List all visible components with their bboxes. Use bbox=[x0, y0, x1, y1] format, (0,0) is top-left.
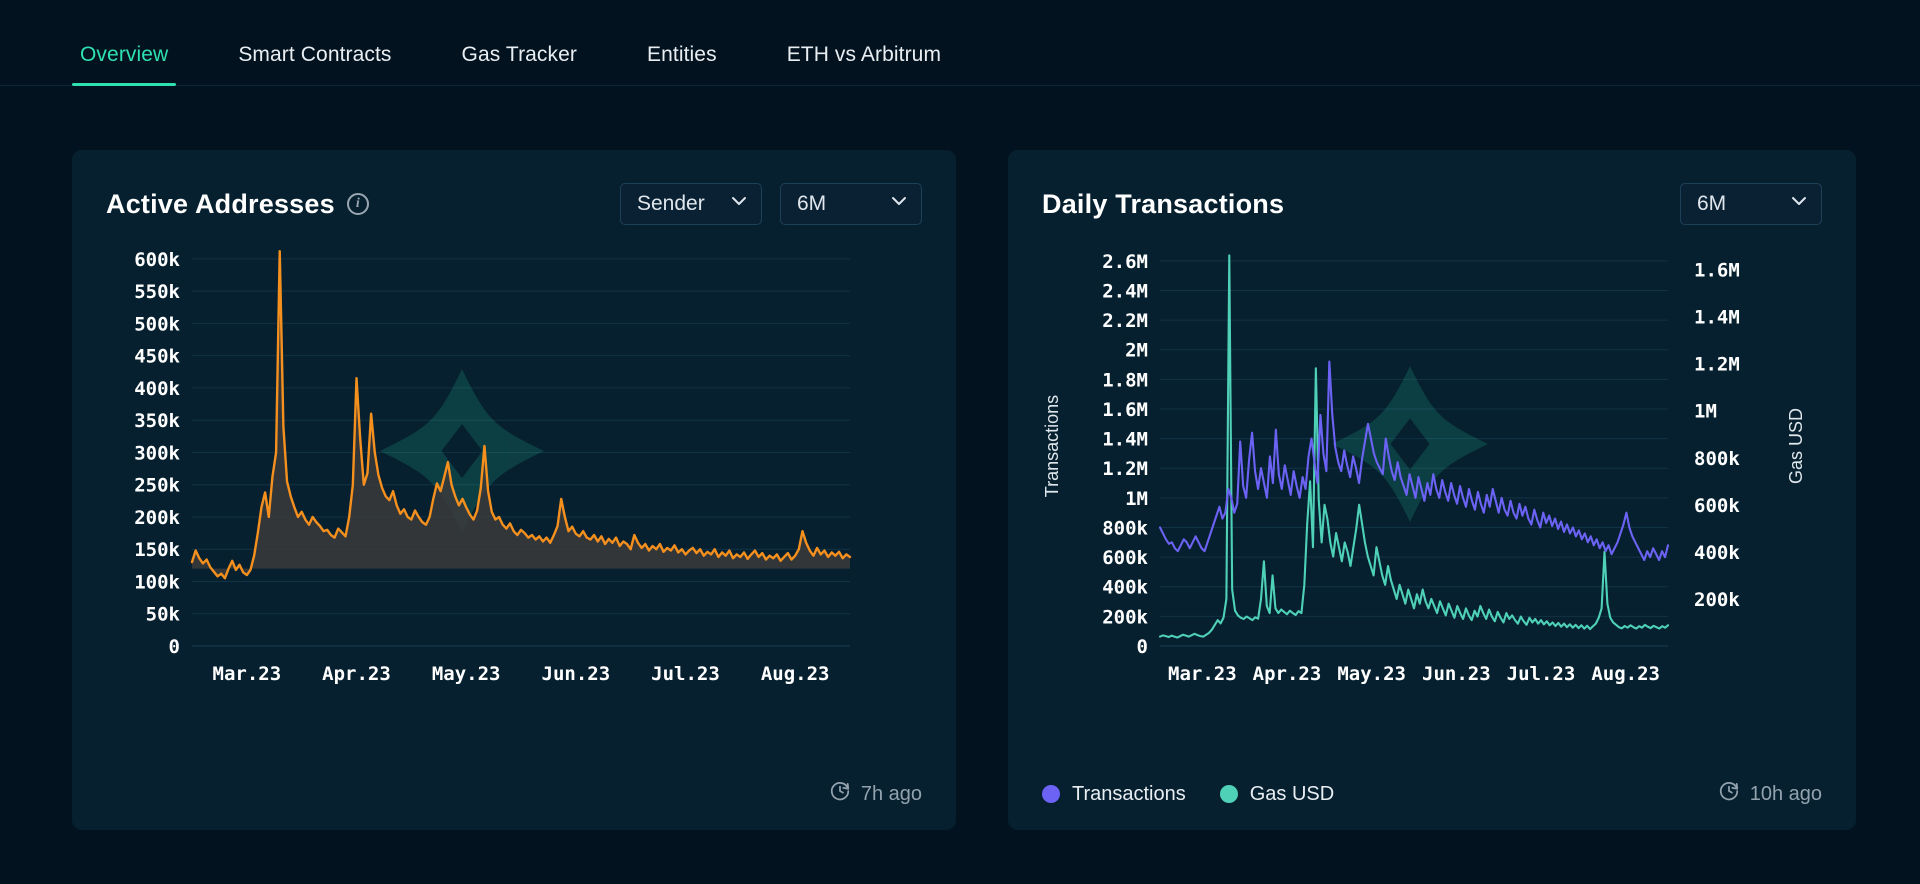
svg-text:1.8M: 1.8M bbox=[1102, 369, 1148, 391]
legend-item-gas-usd[interactable]: Gas USD bbox=[1219, 782, 1335, 806]
page-title: Daily Transactions bbox=[1042, 188, 1285, 219]
svg-text:600k: 600k bbox=[1694, 495, 1740, 517]
timeframe-select-value: 6M bbox=[797, 192, 827, 215]
svg-text:Jul.23: Jul.23 bbox=[651, 663, 720, 685]
svg-text:550k: 550k bbox=[134, 281, 180, 303]
svg-text:1.4M: 1.4M bbox=[1102, 429, 1148, 451]
legend-label: Gas USD bbox=[1249, 782, 1335, 805]
tab-overview[interactable]: Overview bbox=[72, 43, 177, 86]
svg-text:May.23: May.23 bbox=[1337, 663, 1406, 685]
sender-select[interactable]: Sender bbox=[620, 183, 762, 225]
svg-text:600k: 600k bbox=[1102, 547, 1148, 569]
last-updated-text: 10h ago bbox=[1749, 782, 1822, 805]
svg-text:800k: 800k bbox=[1694, 448, 1740, 470]
svg-text:400k: 400k bbox=[1102, 577, 1148, 599]
svg-text:Transactions: Transactions bbox=[1042, 395, 1062, 497]
svg-text:1.4M: 1.4M bbox=[1694, 307, 1740, 329]
card-header: Active Addresses i Sender 6M bbox=[106, 182, 922, 226]
svg-text:Jun.23: Jun.23 bbox=[542, 663, 611, 685]
tab-smart-contracts[interactable]: Smart Contracts bbox=[230, 43, 399, 85]
svg-text:2.6M: 2.6M bbox=[1102, 251, 1148, 273]
svg-text:200k: 200k bbox=[1694, 589, 1740, 611]
chevron-down-icon bbox=[729, 191, 749, 217]
tab-label: Smart Contracts bbox=[238, 43, 392, 66]
svg-text:Mar.23: Mar.23 bbox=[1168, 663, 1237, 685]
daily-transactions-chart: 0 200k 400k 600k 800k 1M 1.2M 1.4M 1.6M 1.8M 2M 2.2… bbox=[1042, 232, 1822, 732]
tab-label: Gas Tracker bbox=[461, 43, 578, 66]
svg-text:May.23: May.23 bbox=[432, 663, 501, 685]
svg-text:Aug.23: Aug.23 bbox=[1591, 663, 1660, 685]
legend-color-swatch bbox=[1219, 785, 1238, 803]
timeframe-select[interactable]: 6M bbox=[1680, 183, 1822, 225]
svg-text:200k: 200k bbox=[1102, 606, 1148, 628]
svg-text:Apr.23: Apr.23 bbox=[322, 663, 391, 685]
page-title: Active Addresses bbox=[106, 188, 335, 219]
svg-text:400k: 400k bbox=[134, 378, 180, 400]
svg-text:0: 0 bbox=[1137, 636, 1148, 658]
svg-text:150k: 150k bbox=[134, 539, 180, 561]
svg-text:200k: 200k bbox=[134, 507, 180, 529]
card-footer: 7h ago bbox=[106, 780, 922, 808]
card-header: Daily Transactions 6M bbox=[1042, 182, 1822, 226]
last-updated-text: 7h ago bbox=[860, 782, 922, 805]
card-footer: Transactions Gas USD 10h ago bbox=[1042, 780, 1822, 808]
svg-text:2.2M: 2.2M bbox=[1102, 310, 1148, 332]
svg-text:2M: 2M bbox=[1125, 340, 1148, 362]
last-updated: 10h ago bbox=[1718, 780, 1822, 808]
clock-refresh-icon bbox=[1718, 780, 1740, 808]
tab-label: Overview bbox=[80, 43, 169, 66]
svg-text:500k: 500k bbox=[134, 313, 180, 335]
info-icon[interactable]: i bbox=[346, 193, 369, 215]
svg-text:Apr.23: Apr.23 bbox=[1253, 663, 1322, 685]
svg-text:1.6M: 1.6M bbox=[1694, 260, 1740, 282]
timeframe-select-value: 6M bbox=[1697, 192, 1727, 215]
svg-text:600k: 600k bbox=[134, 249, 180, 271]
svg-text:450k: 450k bbox=[134, 346, 180, 368]
legend-color-swatch bbox=[1042, 785, 1060, 803]
svg-text:0: 0 bbox=[169, 636, 180, 658]
svg-text:100k: 100k bbox=[134, 571, 180, 593]
svg-text:2.4M: 2.4M bbox=[1102, 280, 1148, 302]
chart-legend: Transactions Gas USD bbox=[1042, 783, 1334, 806]
tab-label: ETH vs Arbitrum bbox=[786, 43, 942, 66]
svg-text:350k: 350k bbox=[134, 410, 180, 432]
tab-entities[interactable]: Entities bbox=[639, 43, 725, 85]
chevron-down-icon bbox=[1789, 191, 1809, 217]
sender-select-value: Sender bbox=[637, 192, 705, 215]
tab-eth-vs-arbitrum[interactable]: ETH vs Arbitrum bbox=[779, 43, 949, 85]
svg-text:1.2M: 1.2M bbox=[1102, 458, 1148, 480]
last-updated: 7h ago bbox=[829, 780, 922, 808]
svg-text:Aug.23: Aug.23 bbox=[761, 663, 830, 685]
active-addresses-chart: 0 50k 100k 150k 200k 250k 300k 350k 400k 450k 500k… bbox=[106, 232, 922, 732]
svg-text:Mar.23: Mar.23 bbox=[213, 663, 282, 685]
dashboard-board: Active Addresses i Sender 6M 0 50k 100k 150… bbox=[0, 86, 1920, 830]
clock-refresh-icon bbox=[829, 780, 851, 808]
tab-gas-tracker[interactable]: Gas Tracker bbox=[454, 43, 585, 85]
svg-text:Jul.23: Jul.23 bbox=[1507, 663, 1576, 685]
main-tab-bar: Overview Smart Contracts Gas Tracker Ent… bbox=[0, 0, 1920, 86]
timeframe-select[interactable]: 6M bbox=[780, 183, 922, 225]
svg-text:1M: 1M bbox=[1125, 488, 1148, 510]
chevron-down-icon bbox=[889, 191, 909, 217]
svg-text:Jun.23: Jun.23 bbox=[1422, 663, 1491, 685]
svg-text:400k: 400k bbox=[1694, 542, 1740, 564]
svg-text:250k: 250k bbox=[134, 475, 180, 497]
svg-text:800k: 800k bbox=[1102, 517, 1148, 539]
active-addresses-card: Active Addresses i Sender 6M 0 50k 100k 150… bbox=[72, 150, 956, 830]
svg-text:1M: 1M bbox=[1694, 401, 1717, 423]
legend-label: Transactions bbox=[1072, 782, 1186, 805]
svg-text:300k: 300k bbox=[134, 442, 180, 464]
daily-transactions-card: Daily Transactions 6M 0 200k 400k 600k 800k 1… bbox=[1008, 150, 1856, 830]
tab-label: Entities bbox=[647, 43, 717, 66]
svg-text:Gas USD: Gas USD bbox=[1786, 408, 1806, 484]
svg-text:1.6M: 1.6M bbox=[1102, 399, 1148, 421]
svg-text:50k: 50k bbox=[146, 604, 181, 626]
svg-text:1.2M: 1.2M bbox=[1694, 354, 1740, 376]
legend-item-transactions[interactable]: Transactions bbox=[1042, 783, 1186, 806]
